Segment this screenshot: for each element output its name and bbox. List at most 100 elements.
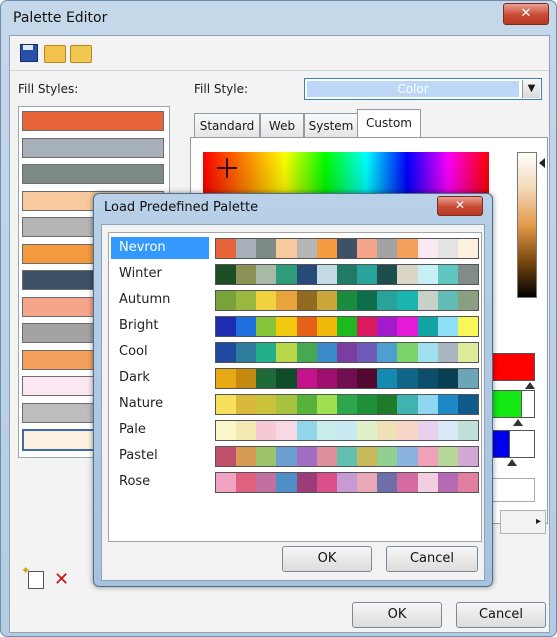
dialog-cancel-button[interactable]: Cancel [386,546,478,572]
palette-swatch [357,447,378,466]
red-color-box [491,353,535,381]
palette-swatch [276,239,297,258]
palette-swatch [236,473,257,492]
palette-swatches [215,368,479,389]
palette-swatch [276,421,297,440]
palette-row-bright[interactable]: Bright [111,313,479,339]
tab-web[interactable]: Web [260,113,304,138]
palette-swatch [357,291,378,310]
palette-list[interactable]: Nevron Winter Autumn Bright Cool Dark Nature Pa… [108,232,482,542]
palette-swatch [377,239,398,258]
palette-swatch [276,343,297,362]
palette-swatch [336,343,358,362]
palette-swatch [417,421,438,440]
brightness-slider[interactable] [517,152,537,298]
fill-style-combo[interactable]: Color ▼ [304,78,542,100]
palette-row-autumn[interactable]: Autumn [111,287,479,313]
palette-swatch [397,239,418,258]
cancel-button[interactable]: Cancel [456,602,546,628]
palette-row-winter[interactable]: Winter [111,261,479,287]
palette-swatch [216,395,237,414]
palette-swatch [276,395,297,414]
palette-swatch [437,291,458,310]
palette-swatch [417,343,438,362]
palette-swatch [457,369,479,388]
palette-swatch [357,369,378,388]
palette-swatch [296,369,317,388]
palette-swatch [276,317,297,336]
palette-swatch [296,473,317,492]
palette-swatch [397,447,418,466]
palette-name: Pale [119,422,146,437]
palette-swatches [215,342,479,363]
dialog-close-button[interactable]: ✕ [437,196,483,216]
fill-styles-label: Fill Styles: [18,82,79,96]
palette-swatch [316,291,337,310]
tab-custom[interactable]: Custom [357,109,421,139]
palette-row-cool[interactable]: Cool [111,339,479,365]
palette-row-pale[interactable]: Pale [111,417,479,443]
new-fill-style-icon[interactable] [21,564,44,589]
save-icon[interactable] [18,42,38,62]
palette-swatch [296,265,317,284]
palette-swatch [296,447,317,466]
toolbar-separator [10,70,549,71]
palette-name: Bright [119,318,159,333]
blue-slider-arrow[interactable] [507,459,517,466]
fill-style-item[interactable] [22,137,164,158]
color-picker-cursor[interactable] [217,158,237,178]
palette-swatch [417,265,438,284]
open-palette-icon[interactable] [70,42,92,63]
green-slider-arrow[interactable] [513,419,523,426]
palette-swatch [357,343,378,362]
window-title: Palette Editor [13,10,108,26]
palette-swatch [377,369,398,388]
dialog-ok-button[interactable]: OK [282,546,372,572]
palette-swatch [417,317,438,336]
palette-row-nature[interactable]: Nature [111,391,479,417]
palette-swatch [216,369,237,388]
ok-button[interactable]: OK [352,602,442,628]
palette-name: Dark [119,370,150,385]
palette-swatch [216,447,237,466]
tab-standard[interactable]: Standard [194,113,260,138]
palette-swatch [397,473,418,492]
palette-swatch [457,395,479,414]
palette-swatch [236,369,257,388]
palette-swatch [216,291,237,310]
fill-style-item[interactable] [22,111,164,131]
palette-swatch [256,473,277,492]
palette-row-pastel[interactable]: Pastel [111,443,479,469]
open-folder-icon[interactable] [44,42,66,63]
scroll-right-button[interactable]: ▸ [500,510,546,534]
palette-swatch [457,291,479,310]
fill-list-actions: ✕ [21,564,69,589]
window-close-button[interactable]: ✕ [503,3,549,25]
palette-swatch [236,291,257,310]
palette-swatch [377,447,398,466]
palette-swatch [296,239,317,258]
palette-swatch [417,395,438,414]
brightness-slider-arrow[interactable] [539,158,545,168]
fill-style-item[interactable] [22,164,164,184]
palette-swatch [216,265,237,284]
green-remainder-box [521,390,535,418]
palette-swatch [316,421,337,440]
delete-icon[interactable]: ✕ [54,571,69,589]
tab-system[interactable]: System [304,113,358,138]
palette-swatch [377,265,398,284]
palette-swatch [417,239,438,258]
palette-swatch [397,343,418,362]
palette-name: Autumn [119,292,171,307]
palette-row-nevron[interactable]: Nevron [111,235,479,261]
palette-swatch [437,473,458,492]
palette-swatch [397,265,418,284]
palette-swatch [377,421,398,440]
palette-row-dark[interactable]: Dark [111,365,479,391]
alpha-box [491,478,535,502]
palette-row-rose[interactable]: Rose [111,469,479,495]
red-slider-arrow[interactable] [525,382,535,389]
palette-swatch [336,291,358,310]
palette-swatch [236,421,257,440]
chevron-down-icon[interactable]: ▼ [522,80,540,98]
